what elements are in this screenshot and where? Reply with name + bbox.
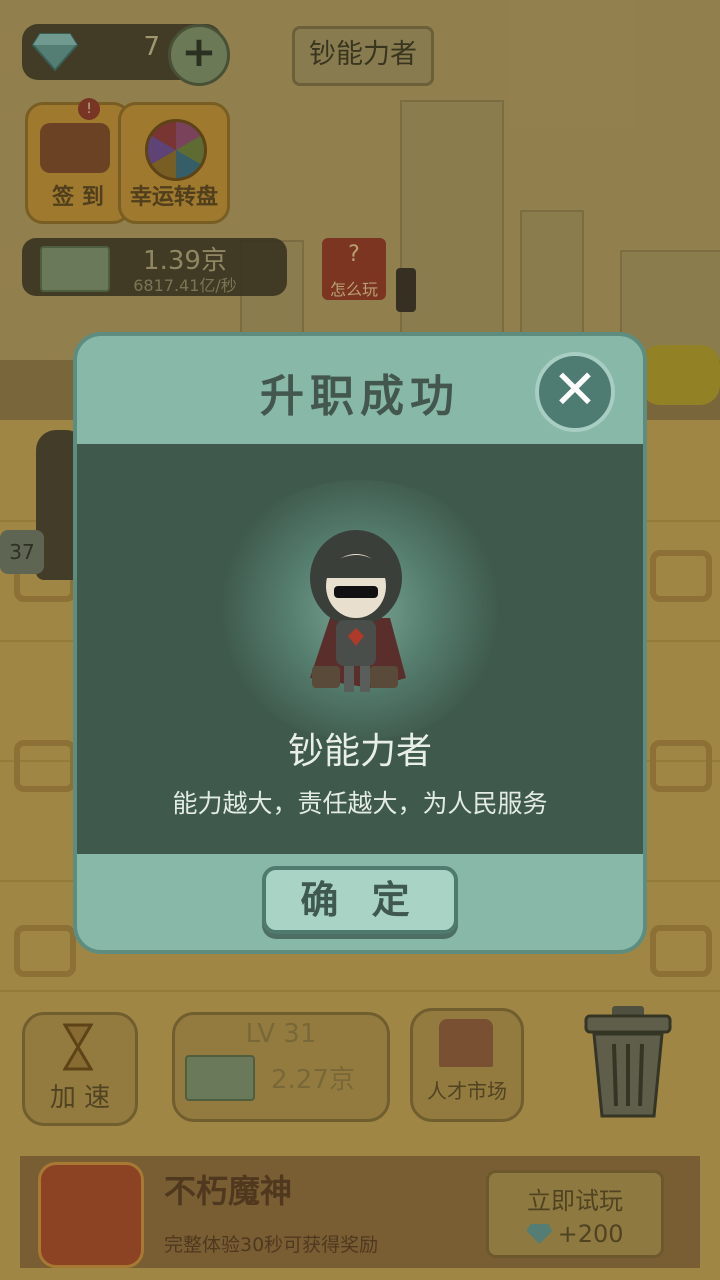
speed-up-label: 加 速 (49, 1083, 111, 1113)
help-label[interactable]: 怎么玩 (322, 276, 386, 300)
employee-slot[interactable] (14, 925, 76, 977)
cash-stack-icon (185, 1055, 255, 1101)
background-building (400, 100, 504, 364)
reward-amount: +200 (557, 1220, 624, 1248)
diamond-icon (526, 1224, 553, 1244)
money-rate: 6817.41亿/秒 (133, 276, 237, 295)
ad-subtitle: 完整体验30秒可获得奖励 (164, 1234, 379, 1256)
character-description: 能力越大，责任越大，为人民服务 (172, 789, 548, 818)
trash-can-icon[interactable] (582, 1004, 674, 1120)
employee-slot[interactable] (650, 925, 712, 977)
confirm-button[interactable]: 确 定 (262, 866, 458, 934)
cash-stack-icon (40, 246, 110, 292)
employee-slot[interactable] (14, 740, 76, 792)
player-title: 钞能力者 (292, 26, 434, 86)
add-gems-button[interactable]: + (168, 24, 230, 86)
yellow-car (640, 345, 720, 405)
wheel-label: 幸运转盘 (129, 185, 218, 210)
employee-level-badge: 37 (0, 530, 44, 574)
hooded-hero-character (310, 530, 406, 692)
checkin-label: 签 到 (52, 185, 104, 210)
game-app-icon[interactable] (38, 1162, 144, 1268)
employee-slot[interactable] (650, 550, 712, 602)
employee-slot[interactable] (650, 740, 712, 792)
buy-level: LV 31 (245, 1019, 317, 1049)
floor-line (0, 990, 720, 992)
buy-price: 2.27京 (271, 1065, 355, 1095)
close-button[interactable]: ✕ (535, 352, 615, 432)
traffic-light (396, 268, 416, 312)
diamond-icon (32, 33, 78, 72)
cake-icon (40, 123, 110, 173)
speed-up-button[interactable]: 加 速 (22, 1012, 138, 1126)
talent-market-button[interactable]: 人才市场 (410, 1008, 524, 1122)
character-name: 钞能力者 (287, 731, 432, 772)
wheel-icon (145, 119, 207, 181)
buy-employee-button[interactable]: LV 31 2.27京 (172, 1012, 390, 1122)
notification-badge: ! (78, 98, 100, 120)
try-now-button[interactable]: 立即试玩 +200 (486, 1170, 664, 1258)
try-now-label: 立即试玩 (527, 1187, 623, 1215)
shop-icon (439, 1019, 493, 1067)
ad-title: 不朽魔神 (164, 1172, 293, 1210)
checkin-button[interactable]: 签 到 (25, 102, 131, 224)
talent-market-label: 人才市场 (427, 1079, 507, 1103)
lucky-wheel-button[interactable]: 幸运转盘 (118, 102, 230, 224)
hourglass-icon (63, 1023, 93, 1071)
gem-count: 7 (143, 32, 160, 62)
